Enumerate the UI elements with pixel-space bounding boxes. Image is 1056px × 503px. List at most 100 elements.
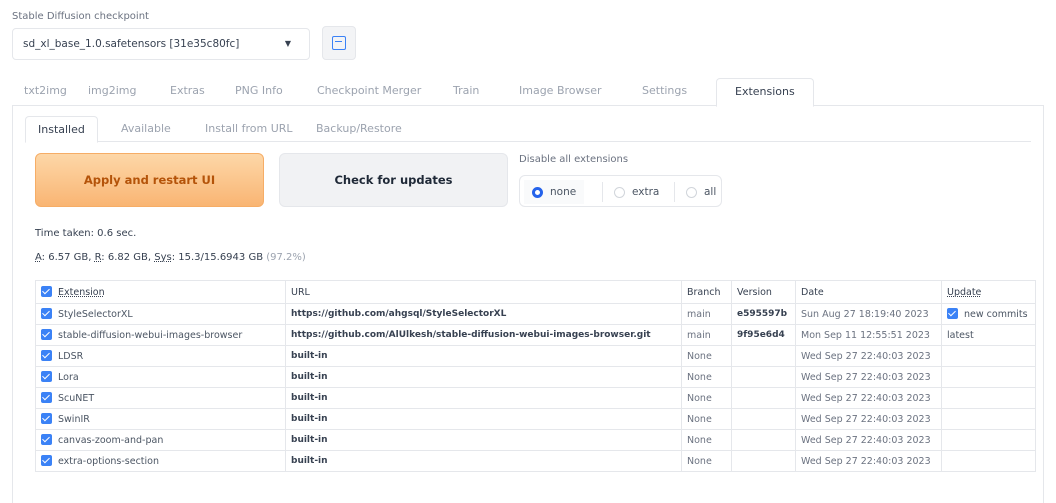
extension-name: stable-diffusion-webui-images-browser xyxy=(58,330,243,341)
cell-update xyxy=(941,450,1036,472)
radio-all-label: all xyxy=(704,186,717,198)
cell-url: https://github.com/ahgsql/StyleSelectorX… xyxy=(285,303,682,325)
radio-unselected-icon xyxy=(686,186,697,198)
cell-extension: ScuNET xyxy=(35,387,286,409)
header-update-label: Update xyxy=(947,286,982,298)
cell-date: Sun Aug 27 18:19:40 2023 xyxy=(795,303,942,325)
checkpoint-dropdown[interactable]: sd_xl_base_1.0.safetensors [31e35c80fc] … xyxy=(12,28,310,60)
cell-url: built-in xyxy=(285,387,682,409)
extension-enabled-checkbox[interactable] xyxy=(41,308,52,319)
refresh-checkpoint-button[interactable] xyxy=(322,26,356,60)
cell-extension: StyleSelectorXL xyxy=(35,303,286,325)
cell-version xyxy=(731,408,796,430)
mem-sys-label: Sys xyxy=(154,252,172,263)
table-row: extra-options-section built-in None Wed Sep… xyxy=(35,450,1036,472)
tab-settings[interactable]: Settings xyxy=(642,84,687,97)
extension-name: StyleSelectorXL xyxy=(58,309,133,320)
cell-update xyxy=(941,429,1036,451)
cell-version xyxy=(731,450,796,472)
check-for-updates-button[interactable]: Check for updates xyxy=(279,153,508,207)
mem-a-value: : 6.57 GB, xyxy=(41,252,95,263)
cell-update xyxy=(941,408,1036,430)
cell-update: new commits xyxy=(941,303,1036,325)
refresh-icon xyxy=(332,36,346,50)
table-row: StyleSelectorXL https://github.com/ahgsql… xyxy=(35,303,1036,325)
tab-train[interactable]: Train xyxy=(453,84,479,97)
table-row: Lora built-in None Wed Sep 27 22:40:03 2023 xyxy=(35,366,1036,388)
cell-date: Wed Sep 27 22:40:03 2023 xyxy=(795,408,942,430)
disable-extensions-label: Disable all extensions xyxy=(519,154,629,165)
cell-extension: SwinIR xyxy=(35,408,286,430)
select-all-checkbox[interactable] xyxy=(41,286,52,297)
table-row: LDSR built-in None Wed Sep 27 22:40:03 2023 xyxy=(35,345,1036,367)
cell-url: built-in xyxy=(285,408,682,430)
extension-enabled-checkbox[interactable] xyxy=(41,413,52,424)
cell-branch: None xyxy=(681,450,732,472)
extension-name: ScuNET xyxy=(58,393,95,404)
apply-and-restart-button[interactable]: Apply and restart UI xyxy=(35,153,264,207)
radio-selected-icon xyxy=(532,186,543,198)
table-header-row: Extension URL Branch Version Date Update xyxy=(35,280,1036,304)
header-version: Version xyxy=(731,280,796,304)
tab-image-browser[interactable]: Image Browser xyxy=(519,84,602,97)
tab-checkpoint-merger[interactable]: Checkpoint Merger xyxy=(317,84,421,97)
cell-url: built-in xyxy=(285,429,682,451)
radio-none-label: none xyxy=(550,186,577,198)
cell-branch: main xyxy=(681,324,732,346)
chevron-down-icon: ▼ xyxy=(284,39,291,48)
cell-extension: LDSR xyxy=(35,345,286,367)
cell-date: Wed Sep 27 22:40:03 2023 xyxy=(795,366,942,388)
radio-none[interactable]: none xyxy=(524,180,585,204)
extension-enabled-checkbox[interactable] xyxy=(41,455,52,466)
checkpoint-label: Stable Diffusion checkpoint xyxy=(12,11,149,22)
memory-stats: A: 6.57 GB, R: 6.82 GB, Sys: 15.3/15.694… xyxy=(35,252,306,263)
cell-update xyxy=(941,345,1036,367)
table-row: canvas-zoom-and-pan built-in None Wed Sep 2… xyxy=(35,429,1036,451)
extension-enabled-checkbox[interactable] xyxy=(41,434,52,445)
extension-enabled-checkbox[interactable] xyxy=(41,371,52,382)
radio-divider xyxy=(602,182,603,202)
checkpoint-value: sd_xl_base_1.0.safetensors [31e35c80fc] xyxy=(23,38,240,50)
cell-url: built-in xyxy=(285,345,682,367)
extensions-panel: Installed Available Install from URL Bac… xyxy=(12,106,1044,503)
table-row: stable-diffusion-webui-images-browser htt… xyxy=(35,324,1036,346)
tab-img2img[interactable]: img2img xyxy=(88,84,137,97)
cell-date: Wed Sep 27 22:40:03 2023 xyxy=(795,345,942,367)
tab-backup-restore[interactable]: Backup/Restore xyxy=(316,122,402,135)
cell-version: 9f95e6d4 xyxy=(731,324,796,346)
cell-branch: None xyxy=(681,408,732,430)
extension-name: Lora xyxy=(58,372,79,383)
extension-name: SwinIR xyxy=(58,414,90,425)
tab-available[interactable]: Available xyxy=(121,122,171,135)
header-extension-label: Extension xyxy=(58,287,105,298)
radio-extra-label: extra xyxy=(632,186,660,198)
disable-extensions-radio-group: none extra all xyxy=(519,175,722,207)
cell-version: e595597b xyxy=(731,303,796,325)
mem-a-label: A xyxy=(35,252,42,263)
cell-branch: None xyxy=(681,429,732,451)
tab-install-from-url[interactable]: Install from URL xyxy=(205,122,293,135)
radio-extra[interactable]: extra xyxy=(606,180,667,204)
extension-enabled-checkbox[interactable] xyxy=(41,329,52,340)
update-checkbox[interactable] xyxy=(947,308,958,319)
tab-txt2img[interactable]: txt2img xyxy=(24,84,67,97)
header-url: URL xyxy=(285,280,682,304)
cell-version xyxy=(731,387,796,409)
extension-name: canvas-zoom-and-pan xyxy=(58,435,164,446)
cell-date: Wed Sep 27 22:40:03 2023 xyxy=(795,450,942,472)
mem-r-value: : 6.82 GB, xyxy=(101,252,155,263)
tab-extras[interactable]: Extras xyxy=(170,84,205,97)
cell-url: built-in xyxy=(285,450,682,472)
sub-tab-bar: Installed Available Install from URL Bac… xyxy=(25,116,1031,143)
tab-png-info[interactable]: PNG Info xyxy=(235,84,283,97)
extension-enabled-checkbox[interactable] xyxy=(41,392,52,403)
cell-extension: canvas-zoom-and-pan xyxy=(35,429,286,451)
tab-installed[interactable]: Installed xyxy=(25,116,98,143)
cell-extension: extra-options-section xyxy=(35,450,286,472)
extension-enabled-checkbox[interactable] xyxy=(41,350,52,361)
cell-extension: stable-diffusion-webui-images-browser xyxy=(35,324,286,346)
tab-extensions[interactable]: Extensions xyxy=(716,78,814,107)
time-taken-text: Time taken: 0.6 sec. xyxy=(35,228,137,239)
radio-all[interactable]: all xyxy=(678,180,724,204)
cell-update xyxy=(941,366,1036,388)
